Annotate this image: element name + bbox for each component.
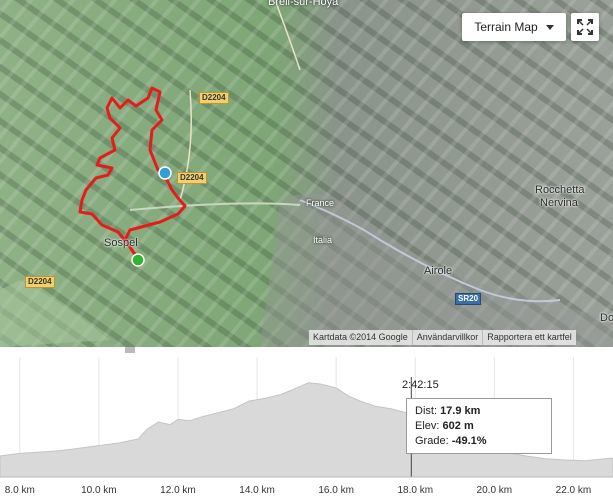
place-label: Airole <box>424 265 453 277</box>
x-tick-label: 14.0 km <box>239 485 275 496</box>
elev-value: 602 m <box>442 420 474 432</box>
grade-value: -49.1% <box>451 435 487 447</box>
elev-label: Elev: <box>415 420 440 432</box>
dist-value: 17.9 km <box>440 405 481 417</box>
place-label: Nervina <box>540 197 578 209</box>
fullscreen-button[interactable] <box>571 13 599 41</box>
place-label: Sospel <box>104 237 138 249</box>
x-tick-label: 20.0 km <box>476 485 513 496</box>
place-label: Do <box>600 312 613 324</box>
terms-link[interactable]: Användarvillkor <box>411 330 483 345</box>
dist-label: Dist: <box>415 405 437 417</box>
map-type-button[interactable]: Terrain Map <box>462 13 566 41</box>
place-label: Rocchetta <box>535 184 585 196</box>
place-label: Breil-sur-Hoya <box>268 0 339 8</box>
road-shield: D2204 <box>25 276 55 288</box>
x-tick-label: 16.0 km <box>318 485 354 496</box>
x-tick-label: 18.0 km <box>397 485 434 496</box>
fullscreen-icon <box>577 19 593 35</box>
cursor-time: 2:42:15 <box>402 379 439 391</box>
end-marker[interactable] <box>158 166 172 180</box>
x-tick-label: 12.0 km <box>160 485 196 496</box>
terrain-map[interactable]: Breil-sur-Hoya Rocchetta Nervina France … <box>0 0 613 347</box>
report-error-link[interactable]: Rapportera ett kartfel <box>482 330 576 345</box>
terrain-relief <box>0 0 613 347</box>
chevron-down-icon <box>545 24 554 30</box>
start-marker[interactable] <box>131 253 145 267</box>
x-tick-label: 10.0 km <box>81 485 117 496</box>
x-tick-label: 8.0 km <box>4 485 35 496</box>
map-attribution: Kartdata ©2014 Google Användarvillkor Ra… <box>309 330 576 345</box>
border-label: France <box>306 198 335 208</box>
profile-tooltip: Dist: 17.9 km Elev: 602 m Grade: -49.1% <box>406 398 552 454</box>
grade-label: Grade: <box>415 435 449 447</box>
road-shield: D2204 <box>199 92 229 104</box>
road-shield: D2204 <box>177 172 207 184</box>
x-tick-label: 22.0 km <box>555 485 592 496</box>
map-data-credit: Kartdata ©2014 Google <box>309 330 412 345</box>
map-type-label: Terrain Map <box>474 20 538 34</box>
border-label: Italia <box>313 235 333 245</box>
road-shield: SR20 <box>455 293 482 305</box>
